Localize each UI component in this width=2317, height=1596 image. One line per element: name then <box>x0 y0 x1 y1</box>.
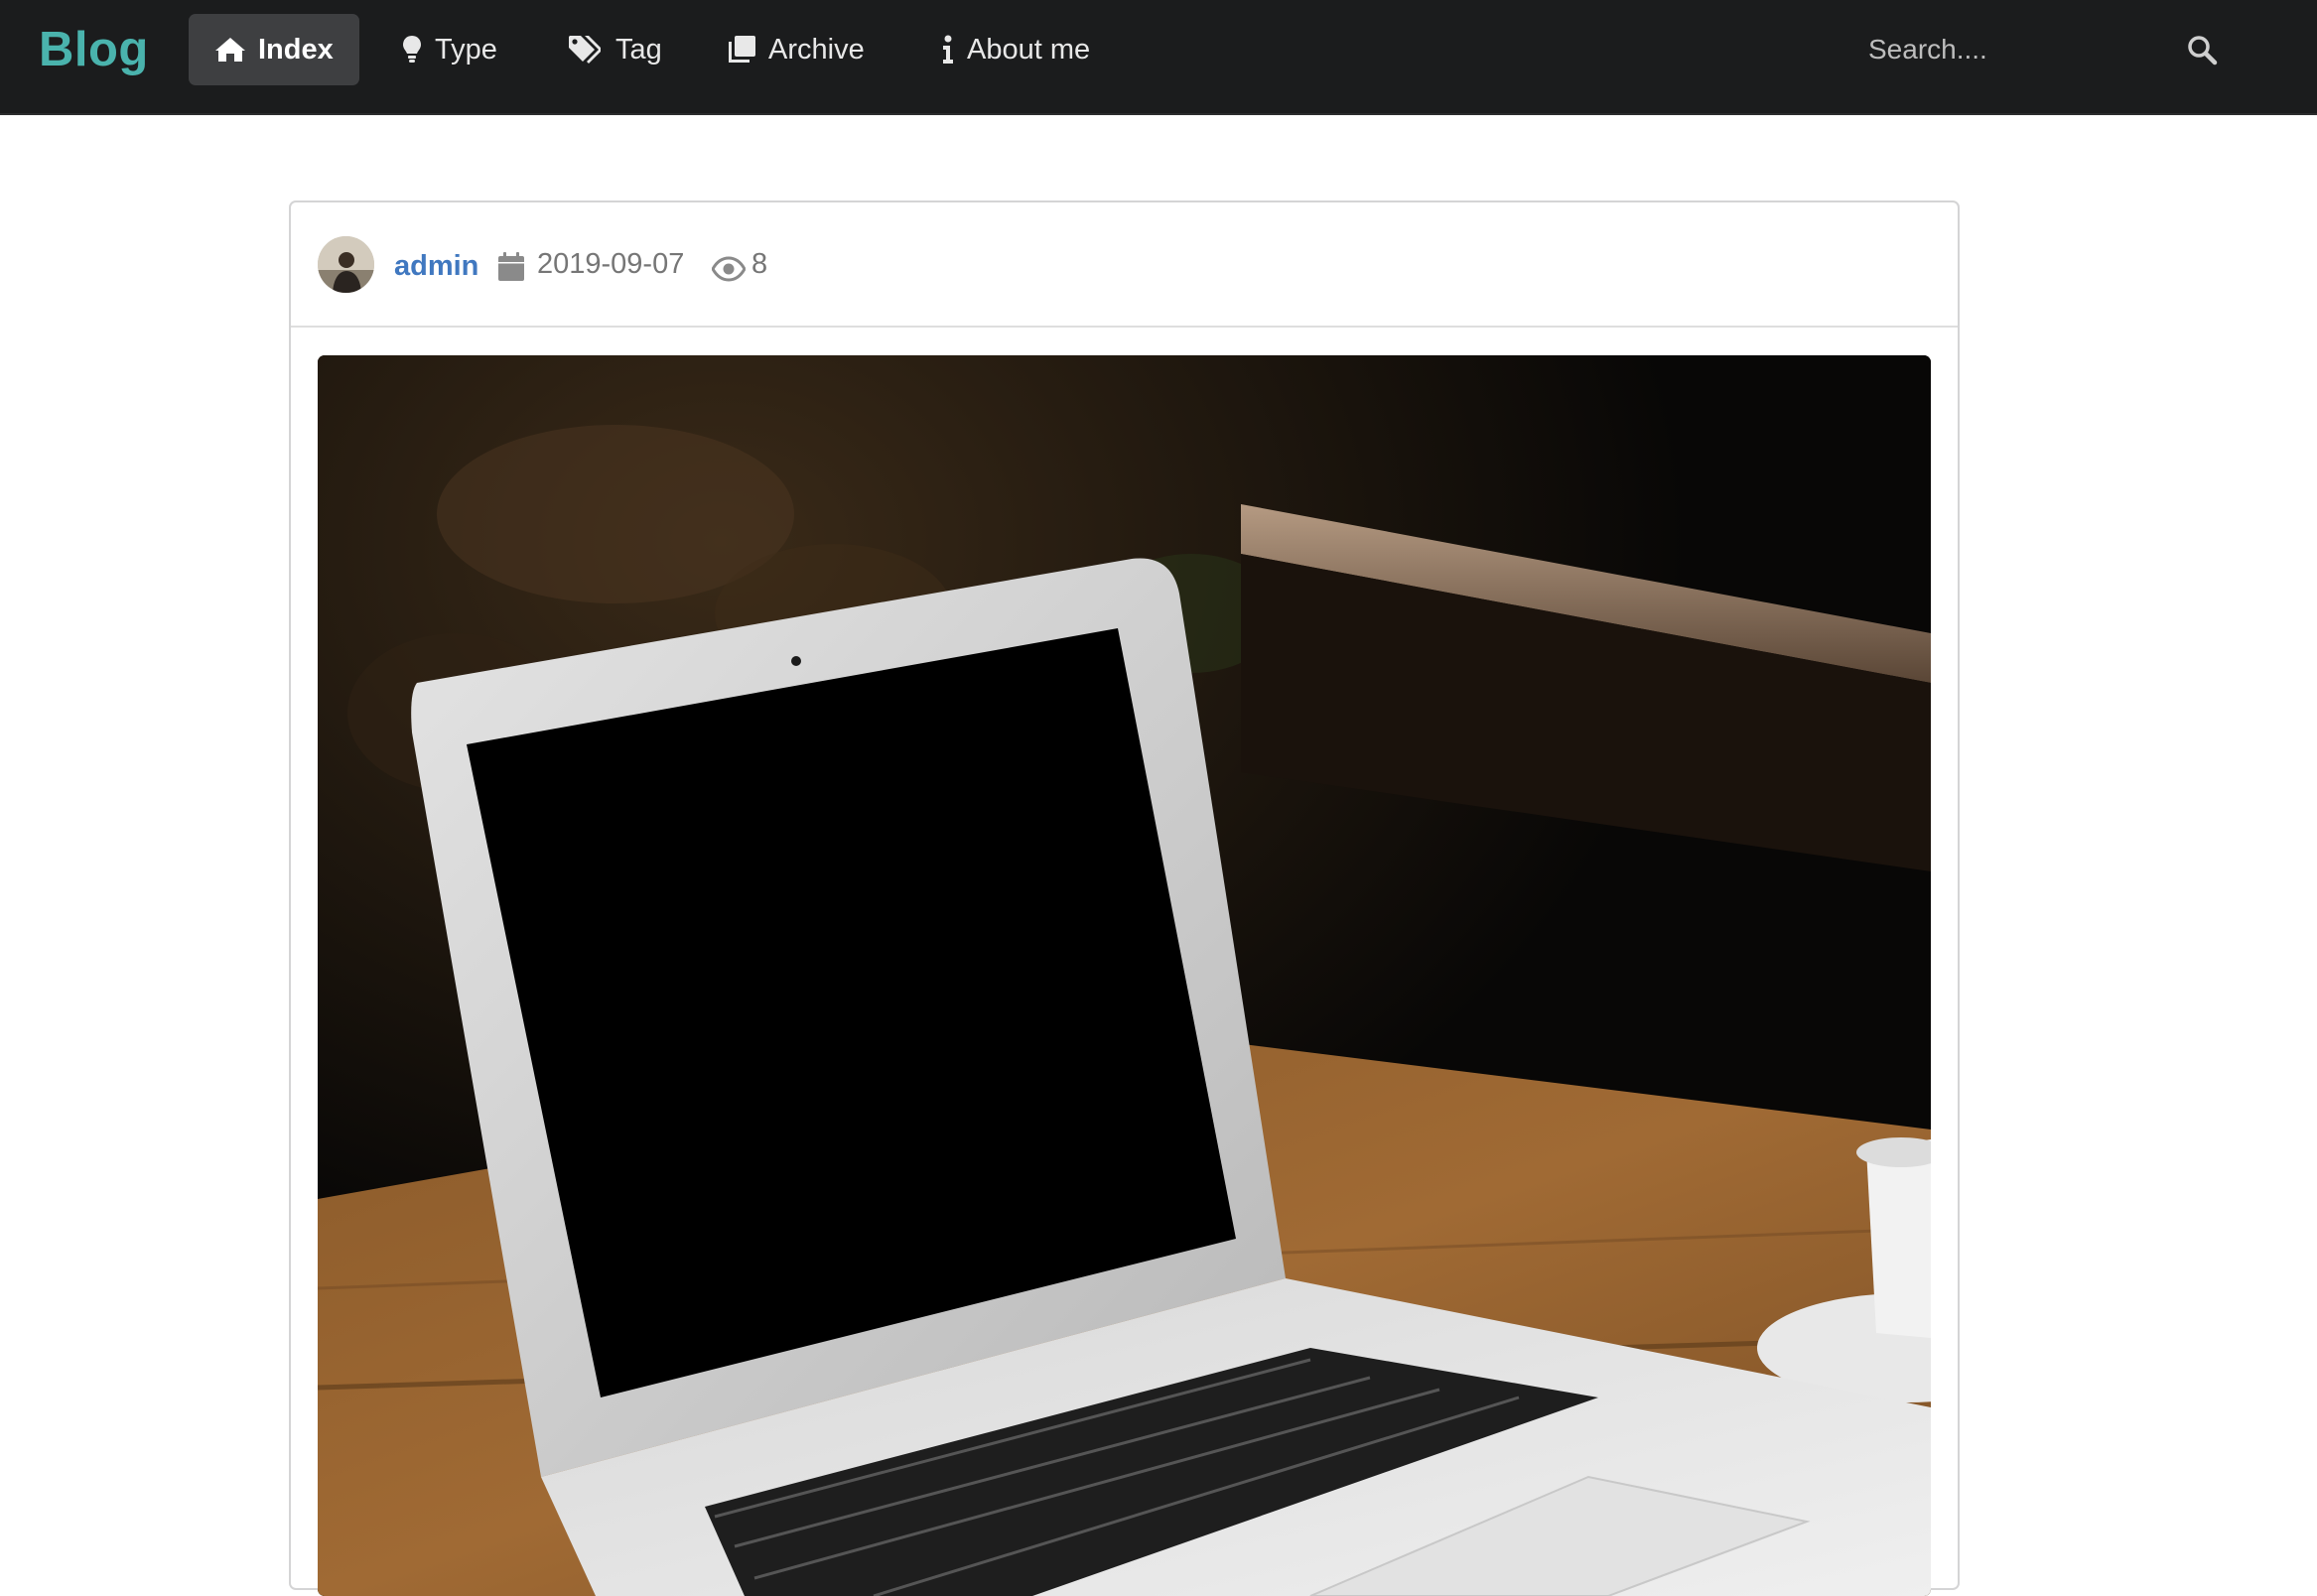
post-views: 8 <box>751 248 768 280</box>
post-cover-image[interactable] <box>318 355 1931 1596</box>
clone-icon <box>727 35 756 65</box>
post-meta-header: admin 2019-09-07 8 <box>291 202 1958 328</box>
brand-logo[interactable]: Blog <box>39 20 149 79</box>
nav-label-tag: Tag <box>615 33 662 66</box>
search-box <box>1837 22 2234 77</box>
nav-label-about-me: About me <box>967 33 1091 66</box>
post-card: admin 2019-09-07 8 <box>289 200 1960 1596</box>
post-date: 2019-09-07 <box>537 248 685 280</box>
search-icon[interactable] <box>2186 34 2218 66</box>
lightbulb-icon <box>401 35 423 65</box>
tags-icon <box>568 35 604 65</box>
top-navbar: Blog Index Type Tag Archive About me Sea… <box>0 0 2317 115</box>
nav-item-archive[interactable]: Archive <box>701 14 890 85</box>
nav-item-about-me[interactable]: About me <box>915 14 1116 85</box>
search-input[interactable] <box>1837 22 2174 77</box>
post-author[interactable]: admin <box>394 246 478 286</box>
nav-label-index: Index <box>258 33 334 66</box>
nav-item-type[interactable]: Type <box>375 14 523 85</box>
home-icon <box>214 36 246 64</box>
info-icon <box>941 35 955 65</box>
nav-label-type: Type <box>435 33 497 66</box>
nav-item-index[interactable]: Index <box>189 14 359 85</box>
eye-icon <box>711 256 747 282</box>
nav-item-tag[interactable]: Tag <box>542 14 688 85</box>
calendar-icon <box>497 252 525 282</box>
avatar[interactable] <box>318 236 374 293</box>
nav-label-archive: Archive <box>768 33 865 66</box>
